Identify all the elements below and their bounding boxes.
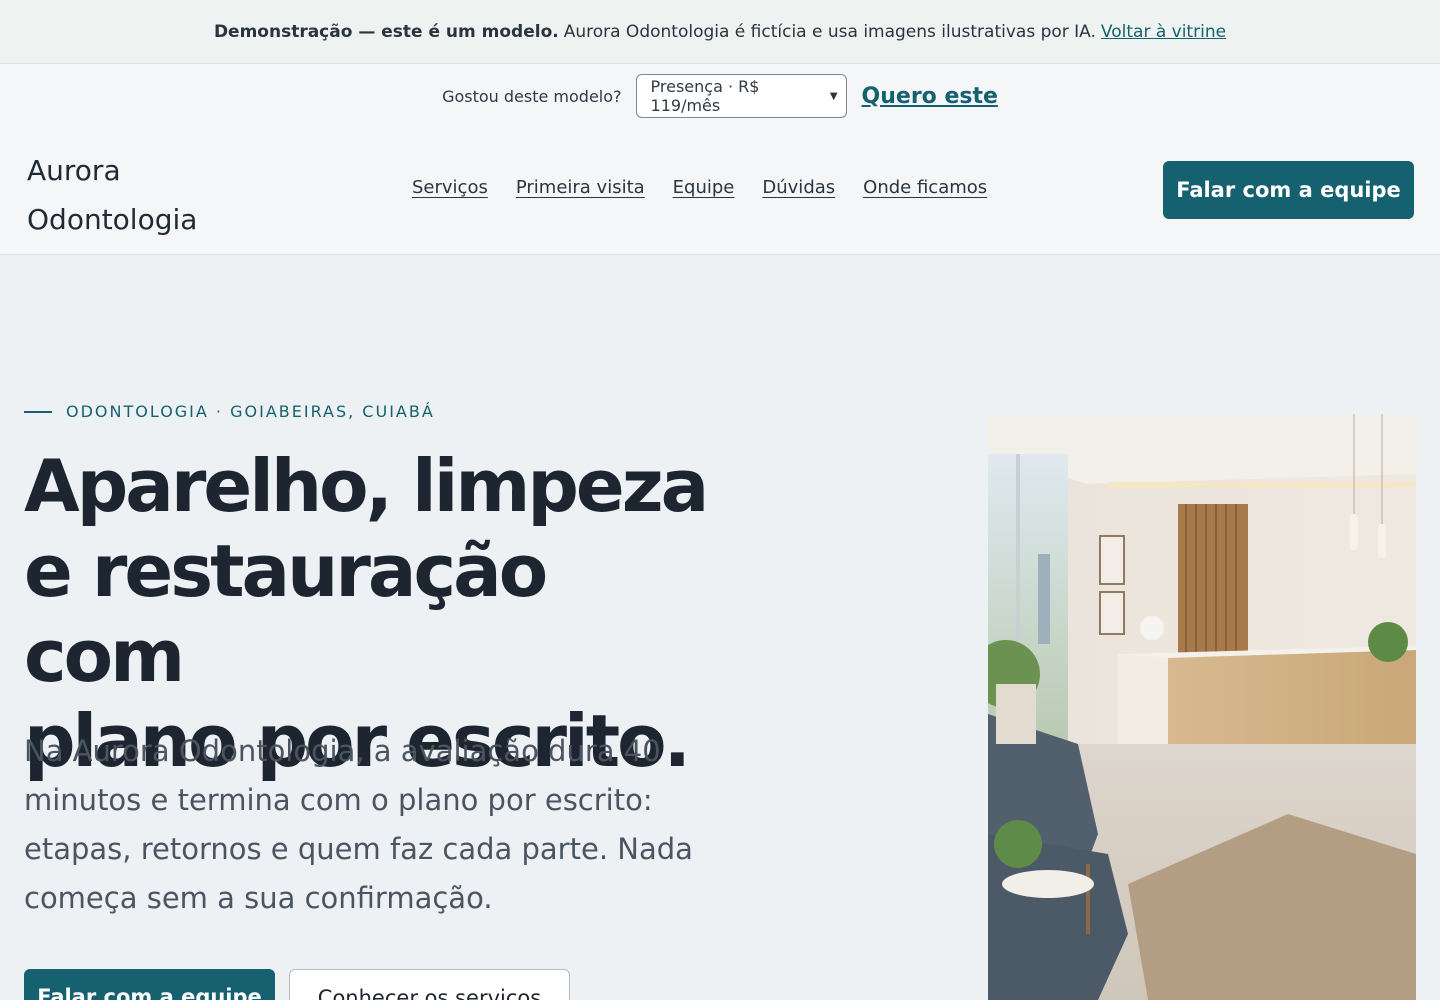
brand-line-2: Odontologia [27,203,198,236]
site-header: Gostou deste modelo? Presença · R$ 119/m… [0,64,1440,255]
model-picker: Gostou deste modelo? Presença · R$ 119/m… [0,74,1440,118]
eyebrow-text: ODONTOLOGIA · GOIABEIRAS, CUIABÁ [66,402,435,421]
brand-line-1: Aurora [27,154,121,187]
back-to-showcase-link[interactable]: Voltar à vitrine [1101,22,1226,42]
hero-services-button[interactable]: Conhecer os serviços [289,969,570,1000]
header-contact-button[interactable]: Falar com a equipe [1163,161,1414,219]
plan-select-value: Presença · R$ 119/mês [650,77,760,115]
nav-item-servicos[interactable]: Serviços [412,177,488,198]
hero-contact-button[interactable]: Falar com a equipe [24,969,275,1000]
nav-item-primeira-visita[interactable]: Primeira visita [516,177,645,198]
nav-item-duvidas[interactable]: Dúvidas [762,177,835,198]
chevron-down-icon: ▼ [829,90,838,102]
hero-eyebrow: ODONTOLOGIA · GOIABEIRAS, CUIABÁ [24,402,435,421]
want-this-link[interactable]: Quero este [862,84,998,109]
demo-banner-strong: Demonstração — este é um modelo. [213,21,559,42]
brand-logo[interactable]: Aurora Odontologia [27,146,197,244]
headline-line-1: Aparelho, limpeza [24,444,709,528]
nav-item-onde-ficamos[interactable]: Onde ficamos [863,177,987,198]
plan-select[interactable]: Presença · R$ 119/mês ▼ [635,74,847,118]
main-nav: Serviços Primeira visita Equipe Dúvidas … [412,177,987,198]
headline-line-2: e restauração com [24,529,548,698]
nav-item-equipe[interactable]: Equipe [673,177,735,198]
demo-banner-text: Aurora Odontologia é fictícia e usa imag… [563,21,1096,42]
demo-banner: Demonstração — este é um modelo. Aurora … [0,0,1440,64]
eyebrow-rule [24,410,52,413]
model-question: Gostou deste modelo? [442,86,622,106]
clinic-reception-photo [988,414,1416,1000]
hero-lead: Na Aurora Odontologia, a avaliação dura … [24,734,693,915]
